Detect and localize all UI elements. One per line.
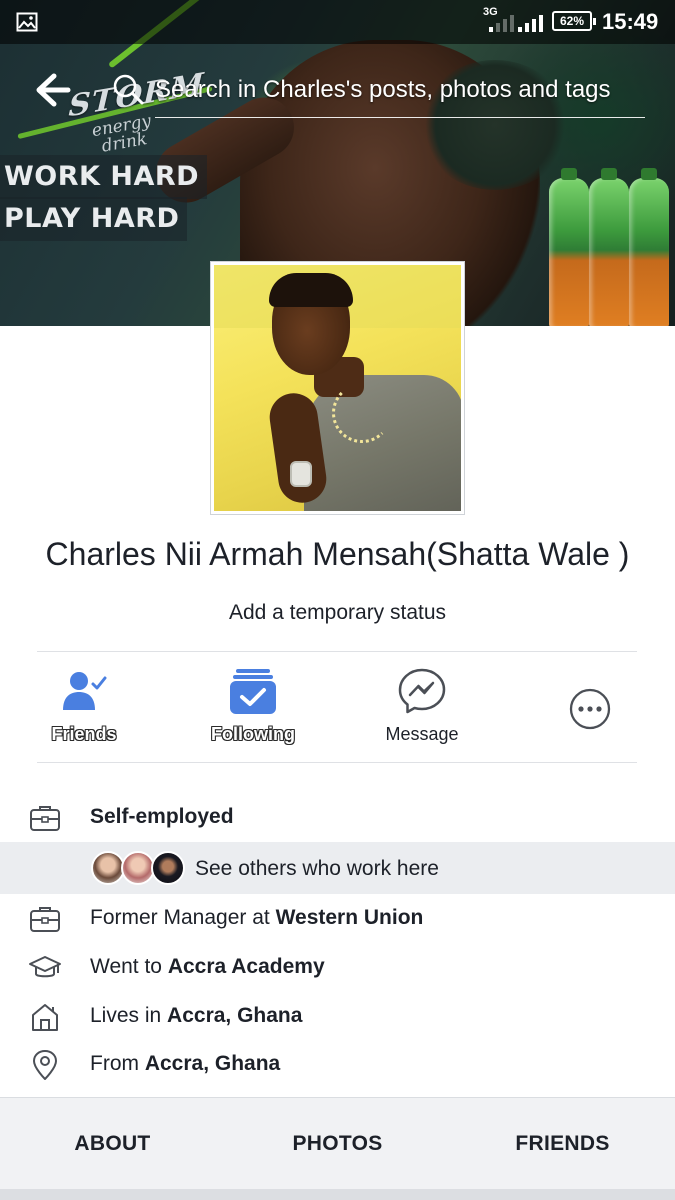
profile-name: Charles Nii Armah Mensah(Shatta Wale ) [0, 536, 675, 573]
friend-check-icon [59, 666, 109, 716]
message-button[interactable]: Message [347, 652, 497, 762]
following-label: Following [211, 724, 295, 744]
coworker-avatars [91, 851, 191, 885]
graduation-cap-icon [28, 953, 62, 983]
lives-row[interactable]: Lives in Accra, Ghana [0, 994, 675, 1040]
education-prefix: Went to [90, 955, 168, 978]
arrow-left-icon [36, 73, 71, 107]
clock: 15:49 [602, 9, 659, 34]
following-button[interactable]: Following [178, 652, 328, 762]
profile-actions: Friends Following Message [37, 651, 637, 763]
briefcase-icon [28, 904, 62, 934]
work-current-text: Self-employed [90, 805, 234, 828]
location-pin-icon [28, 1050, 62, 1080]
back-button[interactable] [34, 72, 72, 108]
bottom-divider [0, 1189, 675, 1200]
message-label: Message [385, 724, 459, 744]
temporary-status-link[interactable]: Add a temporary status [0, 601, 675, 625]
signal-icon-2 [518, 14, 543, 32]
slogan-line-2: PLAY HARD [0, 197, 188, 241]
following-check-icon [228, 666, 278, 716]
lives-city: Accra, Ghana [167, 1004, 303, 1027]
search-icon[interactable] [111, 72, 145, 106]
image-icon [16, 12, 38, 32]
full-name: Charles Nii Armah Mensah [45, 536, 427, 572]
from-prefix: From [90, 1052, 145, 1075]
work-former-prefix: Former Manager at [90, 906, 276, 929]
work-former-employer: Western Union [275, 906, 424, 929]
friends-label: Friends [51, 724, 117, 744]
education-school: Accra Academy [167, 955, 325, 978]
home-icon [28, 1002, 62, 1032]
search-input[interactable]: Search in Charles's posts, photos and ta… [155, 74, 645, 118]
status-bar: 3G 62% 15:49 [0, 0, 675, 44]
tab-about[interactable]: ABOUT [0, 1098, 225, 1190]
briefcase-icon [28, 803, 62, 833]
tab-friends[interactable]: FRIENDS [450, 1098, 675, 1190]
nickname: (Shatta Wale ) [426, 536, 630, 572]
see-coworkers-row[interactable]: See others who work here [0, 842, 675, 894]
brand-sub: energy drink [90, 111, 153, 157]
work-former-row[interactable]: Former Manager at Western Union [0, 896, 675, 942]
battery-indicator: 62% [552, 11, 596, 31]
more-options-icon [565, 684, 615, 734]
signal-icon-1 [489, 14, 514, 32]
slogan-line-1: WORK HARD [0, 155, 208, 199]
see-coworkers-text: See others who work here [195, 857, 439, 880]
work-current-row[interactable]: Self-employed [0, 795, 675, 841]
friends-button[interactable]: Friends [9, 652, 159, 762]
avatar [151, 851, 185, 885]
profile-picture[interactable] [211, 262, 464, 514]
education-row[interactable]: Went to Accra Academy [0, 945, 675, 991]
avatar [121, 851, 155, 885]
from-row[interactable]: From Accra, Ghana [0, 1042, 675, 1088]
more-options-button[interactable] [515, 652, 665, 762]
lives-prefix: Lives in [90, 1004, 168, 1027]
avatar [91, 851, 125, 885]
profile-tabs: ABOUT PHOTOS FRIENDS [0, 1097, 675, 1189]
tab-photos[interactable]: PHOTOS [225, 1098, 450, 1190]
bottles-graphic [545, 168, 675, 326]
from-city: Accra, Ghana [144, 1052, 281, 1075]
messenger-icon [397, 666, 447, 716]
